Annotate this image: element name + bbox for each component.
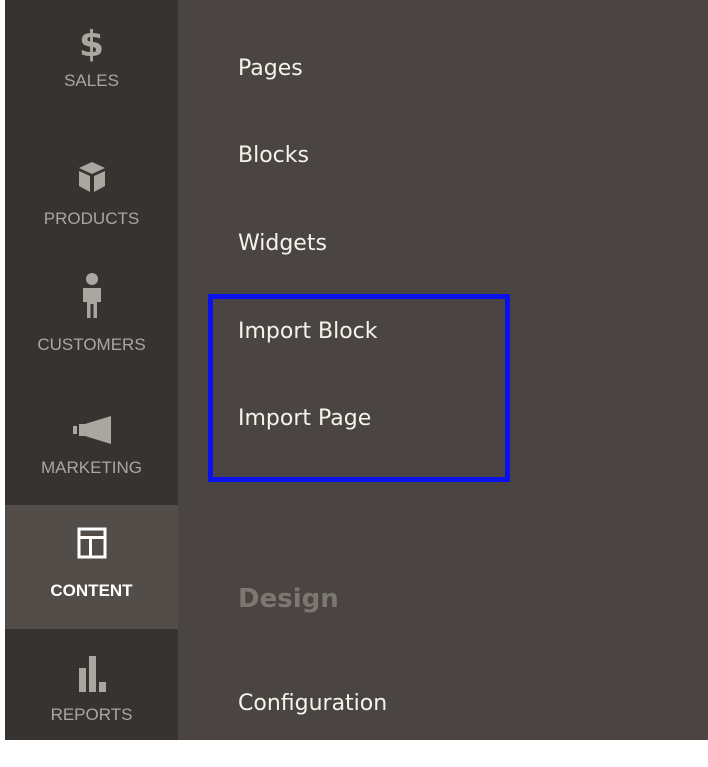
sidebar-item-content[interactable]: CONTENT bbox=[5, 505, 178, 629]
sidebar-item-products[interactable]: PRODUCTS bbox=[5, 135, 178, 259]
sidebar-item-label: CUSTOMERS bbox=[37, 335, 146, 354]
sidebar-item-sales[interactable]: $ SALES bbox=[5, 0, 178, 109]
menu-link-widgets[interactable]: Widgets bbox=[238, 231, 327, 256]
admin-sidebar: $ SALES PRODUCTS CUSTOMERS MARKETING CON… bbox=[5, 0, 178, 740]
admin-menu-frame: $ SALES PRODUCTS CUSTOMERS MARKETING CON… bbox=[5, 0, 708, 740]
sidebar-item-label: PRODUCTS bbox=[43, 209, 140, 228]
menu-link-configuration[interactable]: Configuration bbox=[238, 691, 387, 716]
menu-link-pages[interactable]: Pages bbox=[238, 56, 303, 81]
sidebar-item-label: SALES bbox=[64, 71, 119, 90]
megaphone-icon bbox=[5, 413, 178, 445]
layout-icon bbox=[5, 523, 178, 563]
sidebar-item-label: MARKETING bbox=[40, 458, 143, 477]
bar-chart-icon bbox=[5, 653, 178, 693]
section-heading-design: Design bbox=[238, 584, 339, 614]
dollar-icon: $ bbox=[78, 24, 105, 65]
sidebar-item-reports[interactable]: REPORTS bbox=[5, 629, 178, 740]
sidebar-item-marketing[interactable]: MARKETING bbox=[5, 383, 178, 507]
box-icon bbox=[5, 157, 178, 197]
sidebar-item-customers[interactable]: CUSTOMERS bbox=[5, 259, 178, 383]
menu-link-blocks[interactable]: Blocks bbox=[238, 143, 309, 168]
content-submenu: Pages Blocks Widgets Import Block Import… bbox=[178, 0, 708, 740]
highlight-box bbox=[208, 294, 510, 482]
sidebar-item-label: REPORTS bbox=[50, 705, 133, 724]
person-icon bbox=[5, 271, 178, 321]
sidebar-item-label: CONTENT bbox=[50, 581, 133, 600]
